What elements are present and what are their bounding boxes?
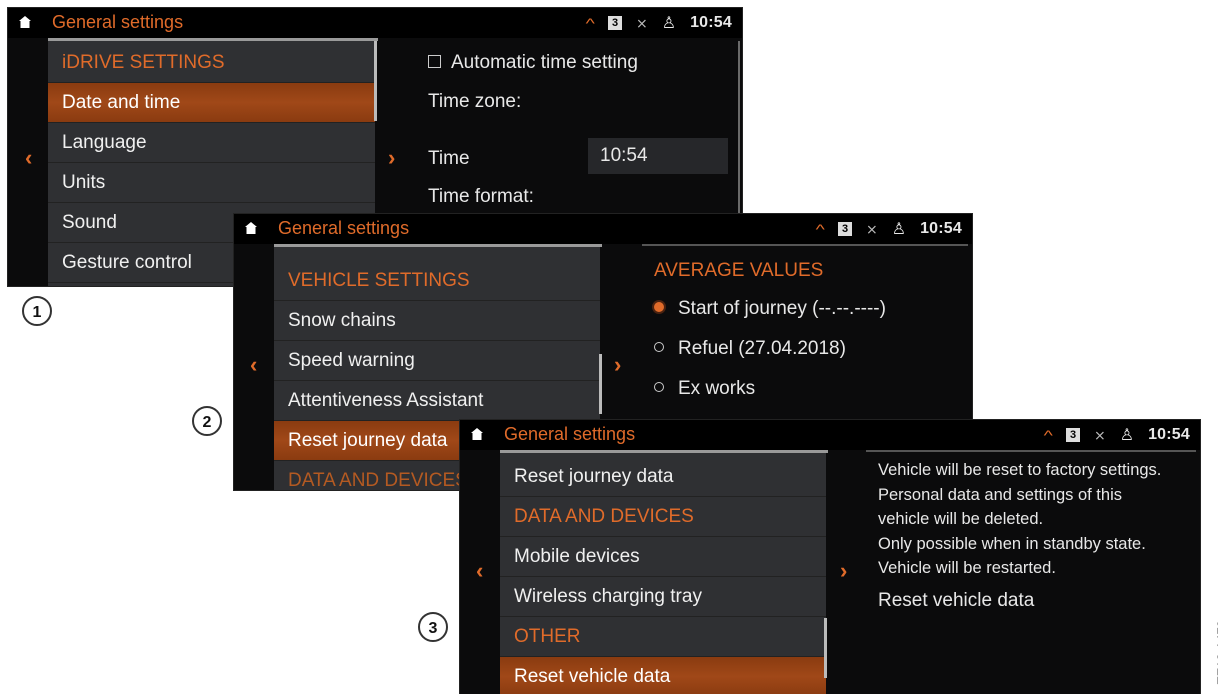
menu-item-speed-warning[interactable]: Speed warning: [274, 341, 600, 381]
header-title: General settings: [504, 424, 636, 444]
option-label: Ex works: [678, 378, 756, 399]
time-format-label: Time format:: [428, 186, 534, 207]
menu-scrollbar[interactable]: [374, 41, 377, 121]
clock: 10:54: [1148, 426, 1190, 443]
menu-item-language[interactable]: Language: [48, 123, 375, 163]
time-label: Time: [428, 148, 470, 169]
option-label: Start of journey (--.--.----): [678, 298, 886, 319]
mute-icon: ⨯: [866, 220, 878, 237]
status-area: ^ 3 ⨯ ♙ 10:54: [586, 13, 732, 33]
menu-item-mobile-devices[interactable]: Mobile devices: [500, 537, 826, 577]
screen-3-reset-vehicle: General settings ^ 3 ⨯ ♙ 10:54 Reset jou…: [460, 420, 1200, 694]
chevron-right-icon[interactable]: ›: [388, 145, 395, 171]
tab-count-badge: 3: [608, 16, 622, 30]
header-title: General settings: [52, 12, 184, 32]
section-idrive-settings: iDRIVE SETTINGS: [48, 43, 375, 83]
option-start-of-journey[interactable]: Start of journey (--.--.----): [654, 298, 886, 320]
user-icon: ♙: [661, 15, 677, 32]
tab-count-badge: 3: [1066, 428, 1080, 442]
menu-scrollbar[interactable]: [824, 618, 827, 678]
radio-icon: [654, 341, 664, 352]
time-value: 10:54: [600, 145, 648, 166]
reset-vehicle-data-action[interactable]: Reset vehicle data: [878, 590, 1034, 612]
chevron-right-icon[interactable]: ›: [614, 352, 621, 378]
status-area: ^ 3 ⨯ ♙ 10:54: [1044, 425, 1190, 445]
time-zone-label: Time zone:: [428, 91, 522, 112]
info-line: Vehicle will be reset to factory setting…: [878, 461, 1162, 479]
mute-icon: ⨯: [636, 14, 648, 31]
mute-icon: ⨯: [1094, 426, 1106, 443]
chevron-left-icon[interactable]: ‹: [476, 558, 483, 584]
menu-scrollbar[interactable]: [599, 354, 602, 414]
radio-icon: [654, 381, 664, 392]
clock: 10:54: [690, 14, 732, 31]
callout-2: 2: [192, 406, 222, 436]
section-data-and-devices: DATA AND DEVICES: [500, 497, 826, 537]
menu-item-date-and-time[interactable]: Date and time: [48, 83, 375, 123]
clock: 10:54: [920, 220, 962, 237]
radio-selected-icon: [654, 301, 664, 312]
info-line: Vehicle will be restarted.: [878, 559, 1056, 577]
menu-item-snow-chains[interactable]: Snow chains: [274, 301, 600, 341]
menu-item-wireless-charging-tray[interactable]: Wireless charging tray: [500, 577, 826, 617]
home-icon[interactable]: [18, 15, 32, 29]
settings-menu: Reset journey data DATA AND DEVICES Mobi…: [500, 453, 826, 694]
header-title: General settings: [278, 218, 410, 238]
header-bar: General settings ^ 3 ⨯ ♙ 10:54: [234, 214, 972, 244]
menu-item-reset-vehicle-data[interactable]: Reset vehicle data: [500, 657, 826, 694]
reset-info-text: Vehicle will be reset to factory setting…: [878, 458, 1161, 581]
chevron-left-icon[interactable]: ‹: [250, 352, 257, 378]
section-other: OTHER: [500, 617, 826, 657]
user-icon: ♙: [891, 221, 907, 238]
status-area: ^ 3 ⨯ ♙ 10:54: [816, 219, 962, 239]
panel-top-line: [642, 244, 968, 246]
auto-time-label: Automatic time setting: [451, 52, 638, 73]
chevron-right-icon[interactable]: ›: [840, 558, 847, 584]
user-icon: ♙: [1119, 427, 1135, 444]
section-vehicle-settings: VEHICLE SETTINGS: [274, 261, 600, 301]
home-icon[interactable]: [470, 427, 484, 441]
average-values-heading: AVERAGE VALUES: [654, 260, 824, 281]
chevron-up-icon[interactable]: ^: [586, 15, 595, 31]
option-refuel[interactable]: Refuel (27.04.2018): [654, 338, 846, 360]
header-bar: General settings ^ 3 ⨯ ♙ 10:54: [460, 420, 1200, 450]
callout-1: 1: [22, 296, 52, 326]
document-id: TE18-1479: [1214, 620, 1218, 685]
panel-top-line: [866, 450, 1196, 452]
option-label: Refuel (27.04.2018): [678, 338, 846, 359]
header-bar: General settings ^ 3 ⨯ ♙ 10:54: [8, 8, 742, 38]
time-value-field[interactable]: 10:54: [588, 138, 728, 174]
menu-item-attentiveness-assistant[interactable]: Attentiveness Assistant: [274, 381, 600, 421]
info-line: vehicle will be deleted.: [878, 510, 1044, 528]
menu-item-reset-journey-data[interactable]: Reset journey data: [500, 457, 826, 497]
callout-3: 3: [418, 612, 448, 642]
menu-item-units[interactable]: Units: [48, 163, 375, 203]
checkbox-icon: [428, 55, 441, 68]
chevron-up-icon[interactable]: ^: [816, 221, 825, 237]
info-line: Only possible when in standby state.: [878, 534, 1146, 553]
info-line: Personal data and settings of this: [878, 485, 1122, 504]
auto-time-checkbox[interactable]: Automatic time setting: [428, 52, 638, 74]
home-icon[interactable]: [244, 221, 258, 235]
tab-count-badge: 3: [838, 222, 852, 236]
chevron-up-icon[interactable]: ^: [1044, 427, 1053, 443]
option-ex-works[interactable]: Ex works: [654, 378, 755, 400]
chevron-left-icon[interactable]: ‹: [25, 145, 32, 171]
